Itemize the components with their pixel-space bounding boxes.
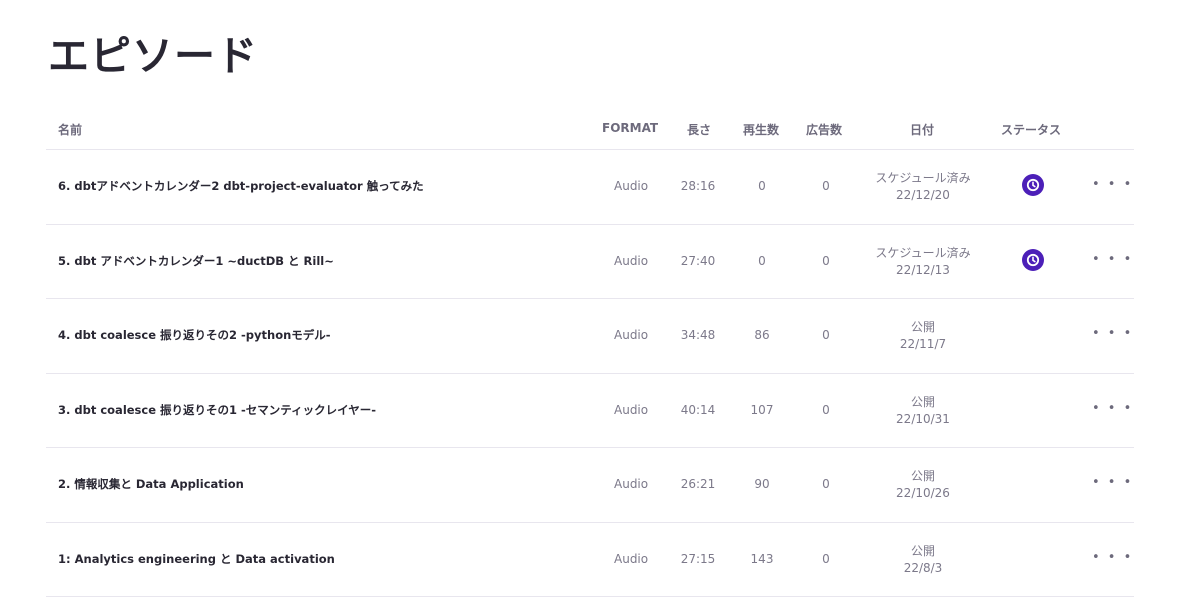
- episode-plays: 90: [754, 477, 770, 491]
- episode-title[interactable]: 6. dbtアドベントカレンダー2 dbt-project-evaluator …: [58, 178, 424, 194]
- episode-date: スケジュール済み 22/12/20: [856, 170, 990, 204]
- column-header-length[interactable]: 長さ: [687, 121, 711, 138]
- episode-length: 27:15: [680, 551, 716, 566]
- more-options-button[interactable]: • • •: [1092, 550, 1133, 565]
- column-header-date[interactable]: 日付: [910, 121, 934, 138]
- more-options-button[interactable]: • • •: [1092, 401, 1133, 416]
- episode-plays: 143: [750, 551, 774, 566]
- more-options-button[interactable]: • • •: [1092, 177, 1133, 192]
- episode-format: Audio: [614, 402, 649, 417]
- column-header-plays[interactable]: 再生数: [743, 121, 779, 138]
- table-row[interactable]: 2. 情報収集と Data Application Audio 26:21 90 0 公開…: [46, 448, 1134, 523]
- episode-plays: 107: [750, 402, 774, 417]
- table-row[interactable]: 4. dbt coalesce 振り返りその2 -pythonモデル- Audio…: [46, 299, 1134, 374]
- episode-title[interactable]: 3. dbt coalesce 振り返りその1 -セマンティックレイヤー-: [58, 402, 376, 418]
- episode-format: Audio: [614, 328, 649, 342]
- date-status-label: 公開: [910, 543, 935, 558]
- table-row[interactable]: 1: Analytics engineering と Data activati…: [46, 523, 1134, 597]
- episodes-table: 名前 FORMAT 長さ 再生数 広告数 日付 ステータス 6. dbtアドベン…: [46, 112, 1134, 597]
- table-row[interactable]: 5. dbt アドベントカレンダー1 ~ductDB と Rill~ Audio 2…: [46, 225, 1134, 299]
- table-header: 名前 FORMAT 長さ 再生数 広告数 日付 ステータス: [46, 112, 1134, 150]
- date-status-label: 公開: [910, 320, 935, 334]
- episode-plays: 86: [754, 328, 770, 342]
- more-options-button[interactable]: • • •: [1092, 326, 1133, 341]
- date-value: 22/10/26: [896, 486, 950, 500]
- page-title: エピソード: [48, 32, 258, 80]
- episodes-page: エピソード 名前 FORMAT 長さ 再生数 広告数 日付 ステータス 6. d…: [0, 0, 1200, 604]
- date-value: 22/8/3: [903, 560, 943, 575]
- date-value: 22/10/31: [896, 411, 950, 426]
- episode-plays: 0: [758, 253, 766, 268]
- column-header-name[interactable]: 名前: [58, 121, 82, 138]
- episode-date: 公開 22/8/3: [856, 543, 990, 577]
- more-options-button[interactable]: • • •: [1092, 475, 1133, 490]
- episode-date: 公開 22/10/26: [856, 468, 990, 502]
- episode-length: 34:48: [680, 328, 716, 342]
- column-header-format[interactable]: FORMAT: [602, 121, 658, 135]
- table-row[interactable]: 3. dbt coalesce 振り返りその1 -セマンティックレイヤー- Aud…: [46, 374, 1134, 448]
- episode-length: 27:40: [680, 253, 716, 268]
- date-status-label: 公開: [910, 469, 935, 483]
- column-header-status[interactable]: ステータス: [1001, 121, 1061, 138]
- episode-length: 26:21: [680, 477, 716, 491]
- column-header-ads[interactable]: 広告数: [806, 121, 842, 138]
- clock-icon: [1022, 174, 1044, 196]
- episode-title[interactable]: 5. dbt アドベントカレンダー1 ~ductDB と Rill~: [58, 253, 334, 269]
- episode-format: Audio: [614, 477, 649, 491]
- episode-length: 28:16: [680, 179, 716, 193]
- table-row[interactable]: 6. dbtアドベントカレンダー2 dbt-project-evaluator …: [46, 150, 1134, 225]
- date-status-label: 公開: [910, 394, 935, 409]
- date-status-label: スケジュール済み: [875, 245, 971, 260]
- episode-date: 公開 22/10/31: [856, 394, 990, 428]
- episode-ads: 0: [822, 551, 830, 566]
- episode-title[interactable]: 4. dbt coalesce 振り返りその2 -pythonモデル-: [58, 327, 331, 343]
- table-body: 6. dbtアドベントカレンダー2 dbt-project-evaluator …: [46, 150, 1134, 597]
- clock-icon: [1022, 248, 1044, 271]
- date-status-label: スケジュール済み: [875, 171, 971, 185]
- episode-ads: 0: [822, 179, 830, 193]
- date-value: 22/12/13: [896, 262, 950, 277]
- episode-ads: 0: [822, 328, 830, 342]
- episode-length: 40:14: [680, 402, 716, 417]
- episode-format: Audio: [614, 551, 649, 566]
- date-value: 22/12/20: [896, 188, 950, 202]
- episode-ads: 0: [822, 402, 830, 417]
- episode-format: Audio: [614, 179, 649, 193]
- episode-format: Audio: [614, 253, 649, 268]
- episode-ads: 0: [822, 477, 830, 491]
- episode-ads: 0: [822, 253, 830, 268]
- episode-date: スケジュール済み 22/12/13: [856, 245, 990, 279]
- date-value: 22/11/7: [899, 337, 947, 351]
- episode-title[interactable]: 2. 情報収集と Data Application: [58, 476, 244, 492]
- episode-date: 公開 22/11/7: [856, 319, 990, 353]
- episode-title[interactable]: 1: Analytics engineering と Data activati…: [58, 551, 335, 567]
- episode-plays: 0: [758, 179, 766, 193]
- more-options-button[interactable]: • • •: [1092, 252, 1133, 267]
